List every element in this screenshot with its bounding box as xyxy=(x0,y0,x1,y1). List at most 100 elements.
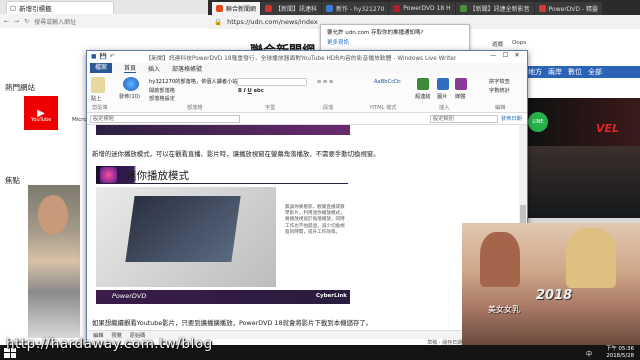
watermark: http://hardaway.com.tw/blog xyxy=(6,336,213,352)
publish-date-link[interactable]: 發佈日期 xyxy=(501,115,522,122)
spell-check-button[interactable]: 拼字檢查 xyxy=(489,78,510,85)
window-controls: — ☐ ✕ xyxy=(490,51,520,59)
tab-insert[interactable]: 插入 xyxy=(148,64,160,73)
line-icon[interactable]: LINE xyxy=(528,112,548,132)
oops-icon[interactable]: Oops xyxy=(512,40,526,48)
tab-label: PowerDVD 18 H xyxy=(403,5,451,12)
font-family-select[interactable] xyxy=(237,78,307,86)
open-blog-button[interactable]: 開啟部落格 xyxy=(149,87,175,94)
hyperlink-icon[interactable] xyxy=(417,78,429,90)
blog-group-label: 部落格 xyxy=(187,105,203,111)
clock-time: 下午 05:36 xyxy=(605,346,634,352)
udn-tab-6[interactable]: PowerDVD - 精靈 xyxy=(534,2,603,15)
udn-tab-5[interactable]: 【新聞】訊連全新影音 xyxy=(455,2,534,15)
news-favicon xyxy=(459,5,467,12)
youtube-tile[interactable]: ▶ xyxy=(24,96,58,130)
udn-nav: 地方 兩岸 數位 全部 xyxy=(520,66,640,78)
overlay-year: 2018 xyxy=(536,288,573,303)
refresh-icon[interactable]: ↻ xyxy=(24,18,29,25)
lw-title-bar: ■ 💾 ↶ 【新聞】訊連科技PowerDVD 18隆重發行，全球播放器面對You… xyxy=(87,51,527,63)
save-icon[interactable]: 💾 xyxy=(99,54,106,60)
word-count-button[interactable]: 字數統計 xyxy=(489,87,510,94)
micro-label: Micro xyxy=(72,117,87,123)
font-group-label: 字型 xyxy=(265,105,276,111)
youtube-label: YouTube xyxy=(31,117,52,123)
paragraph-1[interactable]: 新增的迷你播放模式，可以在觀看直播、影片時，讓播放視窗在螢幕角落播放，不需要手動… xyxy=(92,149,380,158)
udn-tab-4[interactable]: PowerDVD 18 H xyxy=(389,2,455,15)
tab-label: 【新聞】訊連全新影音 xyxy=(469,6,530,13)
right-image[interactable] xyxy=(526,146,640,218)
paragraph-buttons[interactable]: ≡ ≡ ≡ xyxy=(317,79,333,85)
font-format-buttons[interactable]: B I U abc xyxy=(238,88,264,94)
powerdvd-favicon xyxy=(393,5,401,12)
url-field[interactable]: https://udn.com/news/index xyxy=(227,18,318,26)
nav-item-china[interactable]: 兩岸 xyxy=(548,67,562,77)
push-notification-popup[interactable]: 要允許 udn.com 存取你的推播通知嗎? 更多資訊 xyxy=(320,24,470,52)
paste-icon[interactable] xyxy=(91,77,105,93)
game-icon[interactable]: 遊戲 xyxy=(492,40,503,48)
blog-settings-button[interactable]: 部落格設定 xyxy=(149,95,175,102)
forward-icon[interactable]: → xyxy=(14,18,19,25)
maximize-icon[interactable]: ☐ xyxy=(503,51,509,59)
back-icon[interactable]: ← xyxy=(4,18,9,25)
undo-icon[interactable]: ↶ xyxy=(110,54,115,60)
nav-item-local[interactable]: 地方 xyxy=(528,67,542,77)
nav-item-all[interactable]: 全部 xyxy=(588,67,602,77)
picture-button[interactable]: 圖片 xyxy=(437,93,447,100)
media-icon[interactable] xyxy=(455,78,467,90)
tab-account[interactable]: 部落格帳號 xyxy=(172,64,202,73)
udn-tab-3[interactable]: 新作 - hy321270 xyxy=(322,2,389,15)
push-more-link[interactable]: 更多資訊 xyxy=(327,38,463,46)
tab-label: PowerDVD - 精靈 xyxy=(548,6,599,13)
feature-description: 無論你要看影，觀賞直播或教學影片，利用迷你播放模式，將播放視窗於角落播放，同時工… xyxy=(285,205,345,235)
clipboard-group-label: 剪貼簿 xyxy=(92,105,108,111)
edge-tab[interactable]: ▢ 新增引標籤 xyxy=(6,1,114,14)
lw-ribbon: 貼上 剪貼簿 發佈(10) hy321270的部落格，依個人讀者小站 開啟部落格… xyxy=(87,73,527,113)
tab-icon: ▢ xyxy=(10,4,17,12)
hot-sites-title: 熱門網站 xyxy=(5,83,35,92)
person-image-1 xyxy=(480,232,520,287)
laptop-screen xyxy=(125,196,241,262)
banner-product-name: PowerDVD xyxy=(112,292,147,300)
clock-date: 2018/5/28 xyxy=(606,352,634,359)
hyperlink-button[interactable]: 超連結 xyxy=(415,93,431,100)
cyberlink-logo: CyberLink xyxy=(316,293,347,299)
style-sample[interactable]: AaBbCcDc xyxy=(374,79,401,85)
tab-label: 【新聞】訊連科 xyxy=(275,6,318,13)
powerdvd-favicon xyxy=(538,5,546,12)
picture-icon[interactable] xyxy=(437,78,449,90)
lock-icon: 🔒 xyxy=(214,18,223,26)
paragraph-group-label: 段落 xyxy=(323,105,334,111)
powerdvd-icon xyxy=(100,167,117,183)
edge-tab-title: 新增引標籤 xyxy=(19,5,52,13)
html-style-label: HTML 樣式 xyxy=(370,105,397,111)
edit-group-label: 編輯 xyxy=(495,105,506,111)
media-button[interactable]: 媒體 xyxy=(455,93,465,100)
udn-tab-1[interactable]: 聯合新聞網 xyxy=(212,2,261,15)
paste-button[interactable]: 貼上 xyxy=(91,95,101,102)
udn-favicon xyxy=(216,5,223,12)
taskbar-clock[interactable]: 下午 05:36 2018/5/28 xyxy=(606,346,634,359)
top-banner-image[interactable] xyxy=(96,125,350,135)
news-favicon xyxy=(265,5,273,12)
tab-home[interactable]: 首頁 xyxy=(124,63,137,74)
search-input[interactable]: 搜尋或輸入網址 xyxy=(34,17,76,26)
lw-app-icon: ■ xyxy=(91,54,97,60)
publish-icon[interactable] xyxy=(123,77,139,91)
minimize-icon[interactable]: — xyxy=(490,51,497,59)
scrollbar-thumb[interactable] xyxy=(520,205,526,223)
tab-file[interactable]: 檔案 xyxy=(90,63,113,73)
udn-tab-2[interactable]: 【新聞】訊連科 xyxy=(261,2,322,15)
post-title-input[interactable]: 設定標題 xyxy=(90,115,240,123)
input-language[interactable]: 中 xyxy=(586,349,592,358)
close-icon[interactable]: ✕ xyxy=(514,51,519,59)
paragraph-2[interactable]: 如果想繼續觀看Youtube影片，只要到擴播擴播放，PowerDVD 18就會將… xyxy=(92,318,372,327)
nav-item-digital[interactable]: 數位 xyxy=(568,67,582,77)
publish-button[interactable]: 發佈(10) xyxy=(119,93,140,100)
push-title: 要允許 udn.com 存取你的推播通知嗎? xyxy=(327,30,424,36)
face-image xyxy=(38,195,68,235)
category-select[interactable]: 設定類別 xyxy=(430,115,498,123)
tab-label: 聯合新聞網 xyxy=(226,6,257,13)
blog-account-select[interactable]: hy321270的部落格，依個人讀者小站 xyxy=(149,78,237,85)
section-title: 迷你播放模式 xyxy=(126,170,189,182)
